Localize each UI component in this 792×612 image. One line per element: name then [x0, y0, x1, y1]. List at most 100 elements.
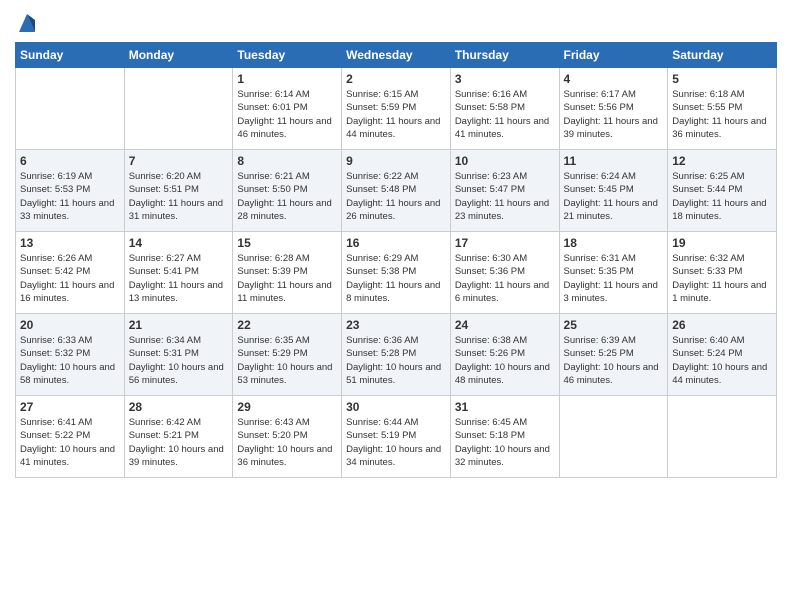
day-number: 26 [672, 318, 772, 332]
day-info: Sunrise: 6:25 AM Sunset: 5:44 PM Dayligh… [672, 170, 772, 223]
calendar-cell: 29 Sunrise: 6:43 AM Sunset: 5:20 PM Dayli… [233, 396, 342, 478]
calendar-week-row: 1 Sunrise: 6:14 AM Sunset: 6:01 PM Daylig… [16, 68, 777, 150]
day-info: Sunrise: 6:18 AM Sunset: 5:55 PM Dayligh… [672, 88, 772, 141]
day-of-week-header: Monday [124, 43, 233, 68]
logo-icon [17, 10, 37, 34]
calendar-cell: 22Sunrise: 6:35 AM Sunset: 5:29 PM Dayli… [233, 314, 342, 396]
calendar-cell: 17 Sunrise: 6:30 AM Sunset: 5:36 PM Dayli… [450, 232, 559, 314]
day-info: Sunrise: 6:33 AM Sunset: 5:32 PM Dayligh… [20, 334, 120, 387]
calendar-cell [668, 396, 777, 478]
calendar-cell: 18 Sunrise: 6:31 AM Sunset: 5:35 PM Dayli… [559, 232, 668, 314]
calendar-cell: 8 Sunrise: 6:21 AM Sunset: 5:50 PM Daylig… [233, 150, 342, 232]
day-info: Sunrise: 6:30 AM Sunset: 5:36 PM Dayligh… [455, 252, 555, 305]
day-number: 6 [20, 154, 120, 168]
calendar-cell: 28 Sunrise: 6:42 AM Sunset: 5:21 PM Dayli… [124, 396, 233, 478]
day-number: 27 [20, 400, 120, 414]
day-number: 23 [346, 318, 446, 332]
day-of-week-header: Sunday [16, 43, 125, 68]
calendar-cell: 20 Sunrise: 6:33 AM Sunset: 5:32 PM Dayli… [16, 314, 125, 396]
day-info: Sunrise: 6:20 AM Sunset: 5:51 PM Dayligh… [129, 170, 229, 223]
day-of-week-header: Friday [559, 43, 668, 68]
calendar-cell: 27 Sunrise: 6:41 AM Sunset: 5:22 PM Dayli… [16, 396, 125, 478]
day-info: Sunrise: 6:15 AM Sunset: 5:59 PM Dayligh… [346, 88, 446, 141]
day-info: Sunrise: 6:42 AM Sunset: 5:21 PM Dayligh… [129, 416, 229, 469]
calendar-week-row: 6 Sunrise: 6:19 AM Sunset: 5:53 PM Daylig… [16, 150, 777, 232]
calendar-cell: 11 Sunrise: 6:24 AM Sunset: 5:45 PM Dayli… [559, 150, 668, 232]
day-number: 1 [237, 72, 337, 86]
calendar-week-row: 20 Sunrise: 6:33 AM Sunset: 5:32 PM Dayli… [16, 314, 777, 396]
day-number: 14 [129, 236, 229, 250]
day-info: Sunrise: 6:41 AM Sunset: 5:22 PM Dayligh… [20, 416, 120, 469]
day-number: 18 [564, 236, 664, 250]
calendar-cell: 1 Sunrise: 6:14 AM Sunset: 6:01 PM Daylig… [233, 68, 342, 150]
page-container: SundayMondayTuesdayWednesdayThursdayFrid… [0, 0, 792, 488]
calendar-cell: 19 Sunrise: 6:32 AM Sunset: 5:33 PM Dayli… [668, 232, 777, 314]
calendar-cell: 5 Sunrise: 6:18 AM Sunset: 5:55 PM Daylig… [668, 68, 777, 150]
page-header [15, 10, 777, 34]
day-number: 4 [564, 72, 664, 86]
calendar-cell [124, 68, 233, 150]
day-info: Sunrise: 6:17 AM Sunset: 5:56 PM Dayligh… [564, 88, 664, 141]
calendar-header-row: SundayMondayTuesdayWednesdayThursdayFrid… [16, 43, 777, 68]
day-of-week-header: Saturday [668, 43, 777, 68]
calendar-cell [16, 68, 125, 150]
day-info: Sunrise: 6:28 AM Sunset: 5:39 PM Dayligh… [237, 252, 337, 305]
calendar-week-row: 27 Sunrise: 6:41 AM Sunset: 5:22 PM Dayli… [16, 396, 777, 478]
logo [15, 10, 37, 34]
day-number: 19 [672, 236, 772, 250]
day-number: 17 [455, 236, 555, 250]
day-info: Sunrise: 6:38 AM Sunset: 5:26 PM Dayligh… [455, 334, 555, 387]
calendar-cell: 31 Sunrise: 6:45 AM Sunset: 5:18 PM Dayli… [450, 396, 559, 478]
day-of-week-header: Wednesday [342, 43, 451, 68]
day-info: Sunrise: 6:43 AM Sunset: 5:20 PM Dayligh… [237, 416, 337, 469]
day-number: 8 [237, 154, 337, 168]
day-number: 11 [564, 154, 664, 168]
calendar-cell: 23Sunrise: 6:36 AM Sunset: 5:28 PM Dayli… [342, 314, 451, 396]
day-info: Sunrise: 6:32 AM Sunset: 5:33 PM Dayligh… [672, 252, 772, 305]
day-info: Sunrise: 6:35 AM Sunset: 5:29 PM Dayligh… [237, 334, 337, 387]
calendar-cell: 9 Sunrise: 6:22 AM Sunset: 5:48 PM Daylig… [342, 150, 451, 232]
day-of-week-header: Tuesday [233, 43, 342, 68]
day-number: 13 [20, 236, 120, 250]
day-info: Sunrise: 6:21 AM Sunset: 5:50 PM Dayligh… [237, 170, 337, 223]
day-number: 31 [455, 400, 555, 414]
day-number: 25 [564, 318, 664, 332]
calendar-cell: 25Sunrise: 6:39 AM Sunset: 5:25 PM Dayli… [559, 314, 668, 396]
day-number: 2 [346, 72, 446, 86]
day-number: 24 [455, 318, 555, 332]
calendar-cell: 2 Sunrise: 6:15 AM Sunset: 5:59 PM Daylig… [342, 68, 451, 150]
day-info: Sunrise: 6:16 AM Sunset: 5:58 PM Dayligh… [455, 88, 555, 141]
calendar-cell: 30 Sunrise: 6:44 AM Sunset: 5:19 PM Dayli… [342, 396, 451, 478]
day-number: 12 [672, 154, 772, 168]
day-info: Sunrise: 6:22 AM Sunset: 5:48 PM Dayligh… [346, 170, 446, 223]
day-number: 3 [455, 72, 555, 86]
day-info: Sunrise: 6:27 AM Sunset: 5:41 PM Dayligh… [129, 252, 229, 305]
day-info: Sunrise: 6:45 AM Sunset: 5:18 PM Dayligh… [455, 416, 555, 469]
day-number: 9 [346, 154, 446, 168]
day-number: 16 [346, 236, 446, 250]
day-of-week-header: Thursday [450, 43, 559, 68]
day-number: 7 [129, 154, 229, 168]
calendar-table: SundayMondayTuesdayWednesdayThursdayFrid… [15, 42, 777, 478]
day-number: 20 [20, 318, 120, 332]
day-info: Sunrise: 6:31 AM Sunset: 5:35 PM Dayligh… [564, 252, 664, 305]
calendar-cell: 12 Sunrise: 6:25 AM Sunset: 5:44 PM Dayli… [668, 150, 777, 232]
calendar-cell: 16Sunrise: 6:29 AM Sunset: 5:38 PM Dayli… [342, 232, 451, 314]
day-info: Sunrise: 6:19 AM Sunset: 5:53 PM Dayligh… [20, 170, 120, 223]
day-number: 30 [346, 400, 446, 414]
day-info: Sunrise: 6:24 AM Sunset: 5:45 PM Dayligh… [564, 170, 664, 223]
day-info: Sunrise: 6:34 AM Sunset: 5:31 PM Dayligh… [129, 334, 229, 387]
calendar-cell: 4 Sunrise: 6:17 AM Sunset: 5:56 PM Daylig… [559, 68, 668, 150]
day-number: 5 [672, 72, 772, 86]
calendar-cell: 21 Sunrise: 6:34 AM Sunset: 5:31 PM Dayli… [124, 314, 233, 396]
day-info: Sunrise: 6:44 AM Sunset: 5:19 PM Dayligh… [346, 416, 446, 469]
calendar-cell: 10Sunrise: 6:23 AM Sunset: 5:47 PM Dayli… [450, 150, 559, 232]
calendar-cell: 7 Sunrise: 6:20 AM Sunset: 5:51 PM Daylig… [124, 150, 233, 232]
calendar-cell: 3 Sunrise: 6:16 AM Sunset: 5:58 PM Daylig… [450, 68, 559, 150]
calendar-cell [559, 396, 668, 478]
day-number: 29 [237, 400, 337, 414]
day-number: 21 [129, 318, 229, 332]
calendar-cell: 15Sunrise: 6:28 AM Sunset: 5:39 PM Dayli… [233, 232, 342, 314]
day-number: 28 [129, 400, 229, 414]
day-info: Sunrise: 6:14 AM Sunset: 6:01 PM Dayligh… [237, 88, 337, 141]
